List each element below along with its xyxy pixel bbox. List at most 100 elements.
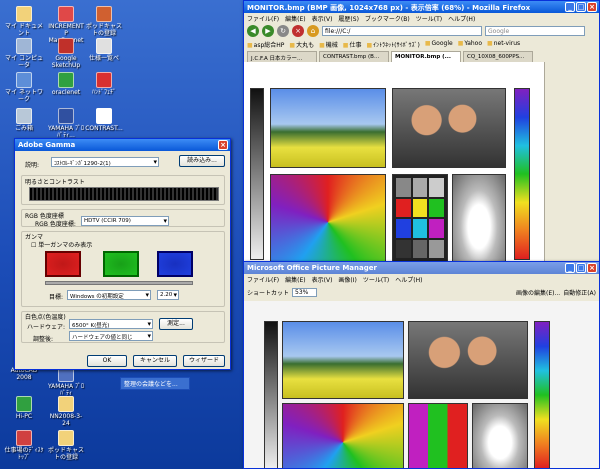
- bookmark-item[interactable]: 仕事: [343, 40, 361, 49]
- bookmarks-bar: asp総合HP 大丸も機械仕事 ｲﾝﾄﾗﾈｯﾄ(ｻｲﾎﾞｳｽﾞ) Google Yaho…: [244, 39, 599, 50]
- hardware-select[interactable]: 6500° K(昼光): [69, 319, 153, 329]
- desktop-icon[interactable]: マイ コンピュータ: [4, 38, 44, 69]
- desktop-icon[interactable]: ポッドキャストの登録: [84, 6, 124, 37]
- color-patch: [429, 239, 444, 258]
- wizard-button[interactable]: ウィザード: [183, 355, 225, 367]
- desktop-icon[interactable]: ﾊﾝﾄﾞﾌｪﾁﾞ: [84, 72, 124, 96]
- adjusted-select[interactable]: ハードウェアの値と同じ: [69, 331, 153, 341]
- tab[interactable]: J.C.F.A 日本カラー...: [247, 51, 317, 62]
- picture-manager-titlebar[interactable]: Microsoft Office Picture Manager _ □ ×: [244, 262, 599, 274]
- phosphor-sublabel: RGB 色度座標:: [35, 221, 76, 228]
- bookmark-item[interactable]: asp総合HP: [247, 40, 285, 49]
- menu-item[interactable]: ヘルプ(H): [395, 275, 422, 284]
- maximize-icon[interactable]: □: [576, 2, 586, 12]
- desktop-icon[interactable]: YAMAHA ﾌﾟﾛﾊﾟﾃｨ: [46, 366, 86, 397]
- menu-item[interactable]: 表示(V): [312, 14, 333, 23]
- desktop-icon[interactable]: 仕事場のﾃﾞｨｽｸﾄｯﾌﾟ: [4, 430, 44, 461]
- taskbar-item[interactable]: 整理の会議などを...: [120, 377, 190, 390]
- menu-item[interactable]: ファイル(F): [247, 14, 279, 23]
- zoom-select[interactable]: 53%: [292, 287, 318, 297]
- desktop-icon[interactable]: 仕様一覧ペ: [84, 38, 124, 62]
- close-icon[interactable]: ×: [218, 140, 228, 150]
- desktop-icon[interactable]: YAMAHA ﾌﾟﾛﾊﾟﾃｨ...: [46, 108, 86, 139]
- menu-item[interactable]: ファイル(F): [247, 275, 279, 284]
- bookmark-item[interactable]: net-virus: [487, 40, 520, 49]
- address-bar[interactable]: file:///C:/: [322, 26, 482, 36]
- maximize-icon[interactable]: □: [576, 263, 586, 273]
- gamma-value-field[interactable]: 2.20: [157, 290, 179, 300]
- desc-label: 説明:: [25, 162, 40, 169]
- desktop-icon[interactable]: oraclenet: [46, 72, 86, 96]
- firefox-titlebar[interactable]: MONITOR.bmp (BMP 画像, 1024x768 px) - 表示倍率…: [244, 1, 599, 13]
- bookmark-item[interactable]: Yahoo: [458, 40, 482, 49]
- tab[interactable]: CQ_10X08_600PPS...: [463, 51, 533, 62]
- bookmark-item[interactable]: Google: [425, 40, 453, 49]
- ok-button[interactable]: OK: [87, 355, 127, 367]
- minimize-icon[interactable]: _: [565, 263, 575, 273]
- search-input[interactable]: Google: [485, 26, 585, 36]
- desktop-icon[interactable]: CONTRAST...: [84, 108, 124, 132]
- color-patches: [408, 403, 468, 468]
- image-viewport: [244, 62, 544, 261]
- firefox-scrollbar[interactable]: [544, 62, 552, 261]
- menu-item[interactable]: 編集(E): [285, 14, 305, 23]
- adobe-gamma-dialog[interactable]: Adobe Gamma × 説明: ｺｽﾄﾛﾙ-ｷﾞﾝｶﾞ1290-2(1) 読…: [14, 138, 231, 370]
- tab[interactable]: MONITOR.bmp (...: [391, 51, 461, 62]
- load-button[interactable]: 読み込み...: [179, 155, 225, 167]
- phosphor-select[interactable]: HDTV (CCIR 709): [81, 216, 169, 226]
- back-icon[interactable]: ◀: [247, 25, 259, 37]
- app-icon: [58, 108, 74, 124]
- desktop-icon[interactable]: NN2008-3-24: [46, 396, 86, 427]
- desktop-icon[interactable]: ポッドキャストの登録: [46, 430, 86, 461]
- app-icon: [58, 38, 74, 54]
- adjusted-label: 調整後:: [33, 336, 54, 343]
- menu-item[interactable]: ブックマーク(B): [365, 14, 410, 23]
- cancel-button[interactable]: キャンセル: [133, 355, 177, 367]
- desktop-icon-label: マイ コンピュータ: [5, 55, 43, 69]
- bookmark-item[interactable]: ｲﾝﾄﾗﾈｯﾄ(ｻｲﾎﾞｳｽﾞ): [366, 40, 420, 49]
- bookmark-item[interactable]: 大丸も: [289, 40, 314, 49]
- stop-icon[interactable]: ×: [292, 25, 304, 37]
- desktop-icon[interactable]: マイ ネットワーク: [4, 72, 44, 103]
- auto-correct-button[interactable]: 自動修正(A): [563, 288, 596, 297]
- desktop-icon-label: Google SketchUp: [51, 55, 81, 69]
- gamma-green-swatch[interactable]: [103, 251, 139, 277]
- bookmark-item[interactable]: 機械: [319, 40, 338, 49]
- desktop-icon[interactable]: マイ ドキュメント: [4, 6, 44, 37]
- picture-manager-window[interactable]: Microsoft Office Picture Manager _ □ × ファイ…: [243, 261, 600, 469]
- minimize-icon[interactable]: _: [565, 2, 575, 12]
- menu-item[interactable]: 編集(E): [285, 275, 305, 284]
- color-patch: [412, 178, 428, 197]
- shortcut-button[interactable]: ショートカット: [247, 288, 289, 297]
- desktop-icon[interactable]: Google SketchUp: [46, 38, 86, 69]
- gamma-red-swatch[interactable]: [45, 251, 81, 277]
- close-icon[interactable]: ×: [587, 263, 597, 273]
- menu-item[interactable]: 画像(I): [338, 275, 356, 284]
- gamma-blue-swatch[interactable]: [157, 251, 193, 277]
- picture-manager-title: Microsoft Office Picture Manager: [247, 264, 377, 272]
- menu-item[interactable]: ツール(T): [363, 275, 389, 284]
- menu-item[interactable]: 履歴(S): [338, 14, 359, 23]
- gamma-slider[interactable]: [45, 281, 193, 285]
- tab[interactable]: CONTRAST.bmp (B...: [319, 51, 389, 62]
- desktop-icon-label: Hi-PC: [15, 413, 33, 420]
- desc-field[interactable]: ｺｽﾄﾛﾙ-ｷﾞﾝｶﾞ1290-2(1): [51, 157, 159, 167]
- menu-item[interactable]: ヘルプ(H): [448, 14, 475, 23]
- color-patch: [429, 219, 444, 238]
- desktop-icon-label: ﾊﾝﾄﾞﾌｪﾁﾞ: [91, 89, 116, 96]
- measure-button[interactable]: 測定...: [159, 318, 193, 330]
- desktop-icon[interactable]: Hi-PC: [4, 396, 44, 420]
- forward-icon[interactable]: ▶: [262, 25, 274, 37]
- menu-item[interactable]: 表示(V): [312, 275, 333, 284]
- edit-picture-button[interactable]: 画像の編集(E)...: [516, 288, 560, 297]
- desired-select[interactable]: Windows の初期設定: [67, 290, 151, 300]
- home-icon[interactable]: ⌂: [307, 25, 319, 37]
- reload-icon[interactable]: ↻: [277, 25, 289, 37]
- firefox-window[interactable]: MONITOR.bmp (BMP 画像, 1024x768 px) - 表示倍率…: [243, 0, 600, 262]
- single-gamma-checkbox[interactable]: ☐ 単一ガンマのみ表示: [31, 240, 92, 249]
- gamma-titlebar[interactable]: Adobe Gamma ×: [15, 139, 230, 151]
- whitepoint-label: 白色点(色温度): [25, 314, 66, 321]
- close-icon[interactable]: ×: [587, 2, 597, 12]
- desktop-icon[interactable]: ごみ箱: [4, 108, 44, 132]
- menu-item[interactable]: ツール(T): [416, 14, 442, 23]
